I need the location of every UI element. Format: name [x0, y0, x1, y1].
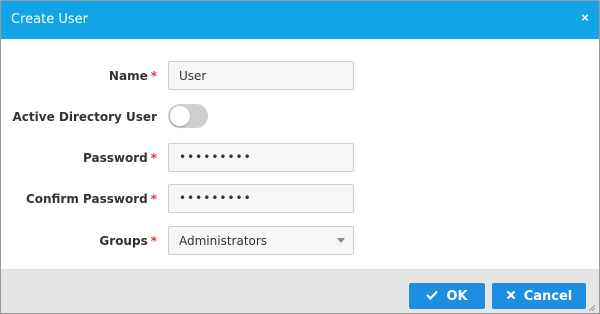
- chevron-down-icon: [337, 238, 345, 243]
- name-label: Name *: [108, 69, 157, 83]
- active-directory-label: Active Directory User: [12, 110, 157, 124]
- ok-button[interactable]: OK: [409, 283, 485, 309]
- dialog-titlebar: Create User ×: [1, 1, 599, 39]
- x-icon: [506, 289, 516, 304]
- password-row: Password * •••••••••: [1, 143, 599, 173]
- groups-select[interactable]: Administrators: [168, 226, 354, 255]
- required-marker: *: [150, 192, 157, 206]
- active-directory-toggle[interactable]: [168, 104, 208, 128]
- dialog-title: Create User: [11, 12, 88, 27]
- dialog-footer: OK Cancel: [1, 269, 599, 313]
- name-input[interactable]: [168, 61, 354, 90]
- confirm-password-row: Confirm Password * •••••••••: [1, 184, 599, 214]
- password-label: Password *: [83, 151, 157, 165]
- cancel-button[interactable]: Cancel: [492, 283, 586, 309]
- required-marker: *: [150, 151, 157, 165]
- groups-selected-value: Administrators: [179, 234, 268, 248]
- check-icon: [426, 289, 439, 304]
- confirm-password-label: Confirm Password *: [25, 192, 157, 206]
- active-directory-row: Active Directory User: [1, 102, 599, 132]
- cancel-button-label: Cancel: [523, 288, 573, 304]
- close-icon[interactable]: ×: [578, 11, 592, 25]
- required-marker: *: [150, 234, 157, 248]
- create-user-dialog: Create User × Name* Active Directory Use…: [0, 0, 600, 314]
- name-row: Name *: [1, 61, 599, 91]
- resize-grip-icon[interactable]: [588, 304, 596, 312]
- ok-button-label: OK: [446, 288, 468, 304]
- toggle-knob: [170, 106, 190, 126]
- confirm-password-input[interactable]: •••••••••: [168, 184, 354, 213]
- required-marker: *: [150, 69, 157, 83]
- groups-row: Groups * Administrators: [1, 226, 599, 256]
- password-input[interactable]: •••••••••: [168, 143, 354, 172]
- groups-label: Groups *: [99, 234, 157, 248]
